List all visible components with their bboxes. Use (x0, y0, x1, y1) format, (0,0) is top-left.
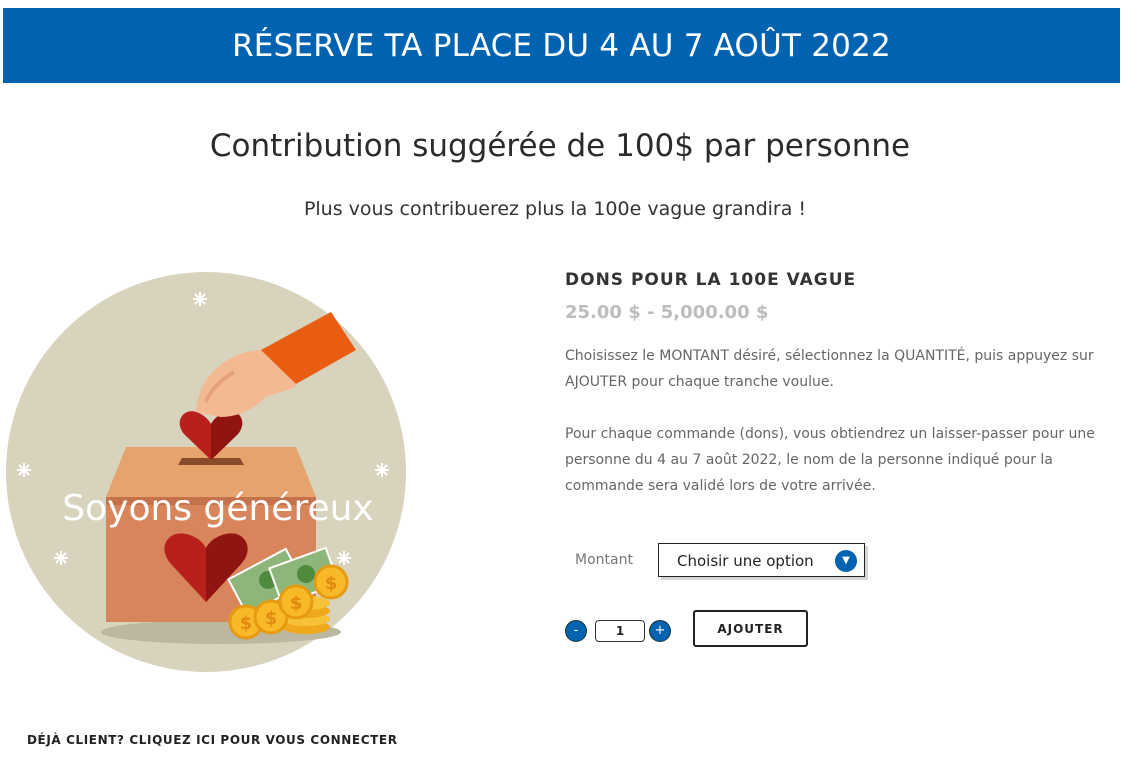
add-to-cart-button[interactable]: AJOUTER (693, 610, 808, 647)
amount-variation: Montant Choisir une option ▼ (575, 543, 875, 579)
amount-label: Montant (575, 552, 633, 568)
decrease-quantity-button[interactable]: - (565, 620, 587, 642)
product-title: DONS POUR LA 100E VAGUE (565, 270, 857, 290)
price-separator: - (647, 302, 655, 323)
page-title: Contribution suggérée de 100$ par person… (209, 128, 911, 164)
price-max: 5,000.00 $ (660, 302, 769, 323)
top-banner: RÉSERVE TA PLACE DU 4 AU 7 AOÛT 2022 (3, 8, 1120, 83)
svg-text:$: $ (325, 573, 338, 594)
product-description: Choisissez le MONTANT désiré, sélectionn… (565, 343, 1105, 499)
svg-text:$: $ (240, 613, 253, 634)
banner-text: RÉSERVE TA PLACE DU 4 AU 7 AOÛT 2022 (232, 27, 891, 64)
price-min: 25.00 $ (565, 302, 641, 323)
chevron-down-icon: ▼ (835, 550, 857, 572)
description-paragraph: Choisissez le MONTANT désiré, sélectionn… (565, 348, 1094, 390)
donation-illustration: $ $ $ $ Soyons généreux (6, 272, 406, 672)
product-summary: DONS POUR LA 100E VAGUE 25.00 $ - 5,000.… (565, 270, 1105, 525)
login-link[interactable]: DÉJÀ CLIENT? CLIQUEZ ICI POUR VOUS CONNE… (27, 733, 398, 747)
price-range: 25.00 $ - 5,000.00 $ (565, 302, 1105, 323)
illustration-caption: Soyons généreux (62, 488, 373, 529)
amount-select-value: Choisir une option (677, 552, 814, 570)
svg-text:$: $ (265, 608, 278, 629)
increase-quantity-button[interactable]: + (649, 620, 671, 642)
quantity-input[interactable]: 1 (595, 620, 645, 642)
svg-text:$: $ (290, 593, 303, 614)
description-paragraph: Pour chaque commande (dons), vous obtien… (565, 426, 1095, 494)
quantity-row: - 1 + AJOUTER (565, 610, 825, 650)
page-subtitle: Plus vous contribuerez plus la 100e vagu… (303, 198, 807, 220)
amount-select[interactable]: Choisir une option ▼ (658, 543, 865, 577)
